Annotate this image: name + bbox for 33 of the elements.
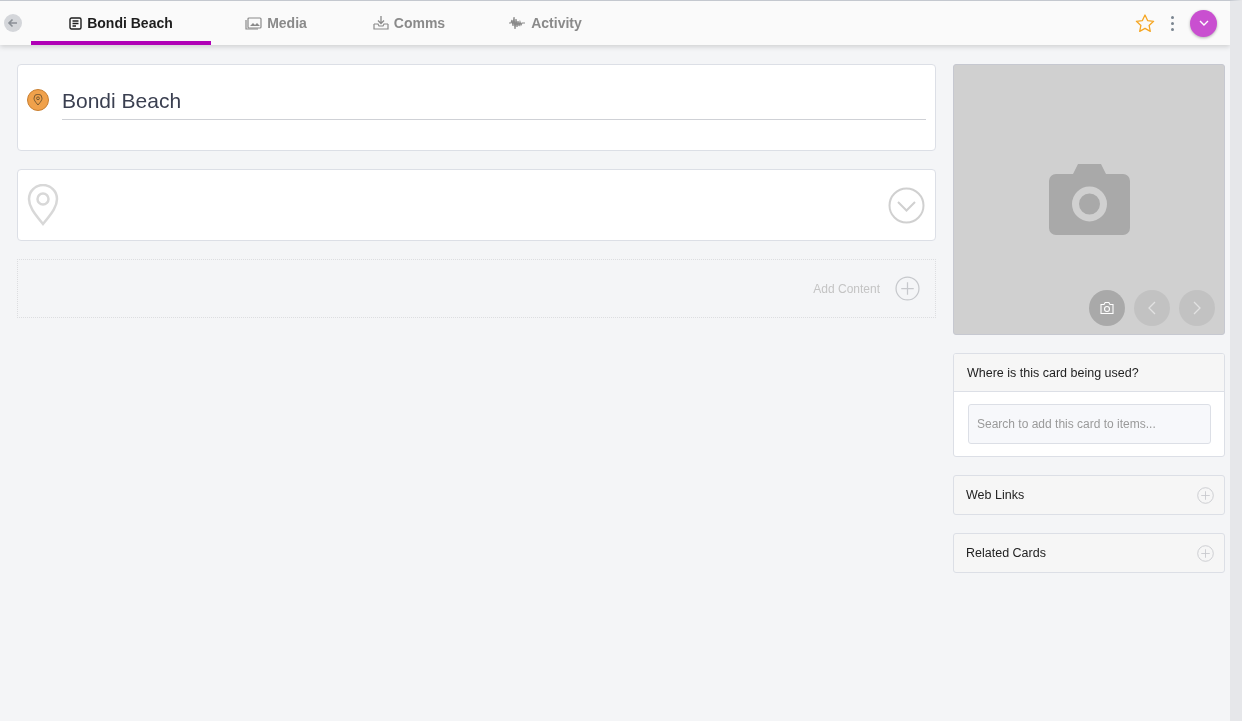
tab[interactable]: Bondi Beach	[31, 1, 211, 45]
chevron-down-icon	[1197, 19, 1210, 27]
search-field[interactable]: Search to add this card to items...	[968, 404, 1211, 444]
add-icon[interactable]	[1197, 486, 1214, 504]
tab[interactable]: Activity	[477, 1, 613, 45]
tab[interactable]: Media	[211, 1, 341, 45]
camera-button[interactable]	[1089, 290, 1125, 326]
chevron-left-icon	[1147, 300, 1157, 316]
document-icon	[69, 16, 83, 30]
waveform-icon	[508, 16, 527, 30]
location-pin-icon	[27, 89, 49, 111]
star-icon[interactable]	[1135, 13, 1155, 33]
tab[interactable]: Comms	[341, 1, 477, 45]
images-icon	[245, 16, 263, 30]
section-title: Web Links	[966, 488, 1025, 502]
more-icon[interactable]	[1171, 15, 1174, 31]
add-icon[interactable]	[1197, 544, 1214, 562]
account-menu-button[interactable]	[1190, 9, 1217, 37]
previous-button[interactable]	[1134, 290, 1170, 326]
next-button[interactable]	[1179, 290, 1215, 326]
title-input[interactable]: Bondi Beach	[62, 89, 926, 113]
title-field[interactable]: Bondi Beach	[62, 87, 926, 120]
back-button[interactable]	[4, 14, 22, 32]
chevron-right-icon	[1192, 300, 1202, 316]
camera-placeholder-icon	[1047, 163, 1131, 235]
expand-icon[interactable]	[888, 186, 925, 224]
section-title: Related Cards	[966, 546, 1046, 560]
add-icon[interactable]	[895, 276, 920, 301]
location-pin-icon	[27, 184, 59, 226]
inbox-download-icon	[372, 16, 389, 30]
camera-icon	[1099, 301, 1115, 315]
panel-heading: Where is this card being used?	[967, 365, 1139, 380]
arrow-left-icon	[7, 17, 19, 29]
